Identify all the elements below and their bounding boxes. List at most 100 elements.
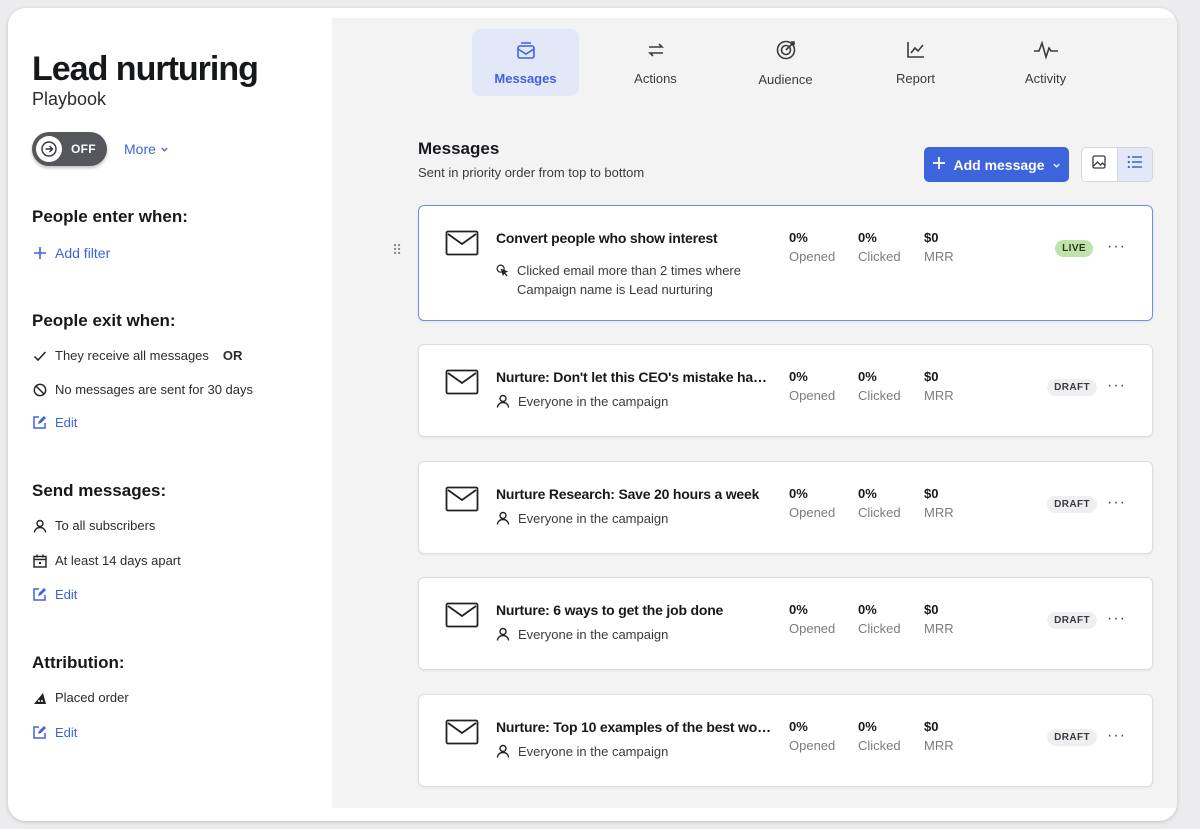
message-name: Nurture Research: Save 20 hours a week: [496, 486, 760, 502]
add-message-button[interactable]: Add message: [924, 147, 1069, 182]
message-card[interactable]: Nurture: 6 ways to get the job done Every…: [418, 577, 1153, 670]
message-card[interactable]: Nurture Research: Save 20 hours a week Ev…: [418, 461, 1153, 554]
app-window: Lead nurturing Playbook OFF More People …: [8, 8, 1177, 821]
mrr-stat: $0 MRR: [924, 230, 954, 264]
opened-stat: 0% Opened: [789, 369, 836, 403]
on-off-toggle[interactable]: OFF: [32, 132, 107, 166]
list-icon: [1127, 155, 1143, 174]
attribution-heading: Attribution:: [32, 653, 125, 672]
more-menu-button[interactable]: More: [124, 141, 169, 157]
status-badge: DRAFT: [1047, 612, 1097, 629]
mail-icon: [515, 40, 537, 63]
envelope-icon: [445, 230, 479, 261]
more-options-icon[interactable]: ···: [1107, 238, 1126, 256]
person-icon: [496, 394, 510, 413]
envelope-icon: [445, 486, 479, 517]
enter-heading: People enter when:: [32, 207, 188, 226]
message-card[interactable]: Nurture: Don't let this CEO's mistake ha…: [418, 344, 1153, 437]
attribution-rule-1: Placed order: [32, 690, 129, 705]
more-label: More: [124, 141, 156, 157]
person-icon: [496, 744, 510, 763]
chart-icon: [905, 40, 927, 63]
edit-icon: [32, 725, 47, 740]
envelope-icon: [445, 719, 479, 750]
clicked-stat: 0% Clicked: [858, 602, 901, 636]
mrr-stat: $0 MRR: [924, 719, 954, 753]
more-options-icon[interactable]: ···: [1107, 727, 1126, 745]
send-rule-1: To all subscribers: [32, 518, 155, 533]
mrr-stat: $0 MRR: [924, 486, 954, 520]
clicked-stat: 0% Clicked: [858, 369, 901, 403]
list-view-button[interactable]: [1116, 148, 1152, 181]
status-badge: DRAFT: [1047, 379, 1097, 396]
status-badge: LIVE: [1055, 240, 1093, 257]
envelope-icon: [445, 369, 479, 400]
chevron-down-icon: [160, 141, 169, 157]
person-icon: [32, 518, 47, 533]
clicked-stat: 0% Clicked: [858, 486, 901, 520]
exit-edit-button[interactable]: Edit: [32, 415, 77, 430]
exit-heading: People exit when:: [32, 311, 176, 330]
page-subtitle: Playbook: [32, 89, 107, 109]
tab-report[interactable]: Report: [862, 29, 969, 96]
messages-heading: Messages: [418, 139, 500, 158]
clicked-stat: 0% Clicked: [858, 230, 901, 264]
message-name: Nurture: Don't let this CEO's mistake ha…: [496, 369, 774, 385]
attribution-edit-button[interactable]: Edit: [32, 725, 77, 740]
tab-activity[interactable]: Activity: [992, 29, 1099, 96]
send-heading: Send messages:: [32, 481, 167, 500]
check-icon: [32, 348, 47, 363]
cursor-click-icon: [496, 263, 509, 299]
add-filter-button[interactable]: Add filter: [32, 245, 110, 261]
chevron-down-icon: [1052, 157, 1061, 173]
send-rule-2: At least 14 days apart: [32, 553, 181, 568]
more-options-icon[interactable]: ···: [1107, 377, 1126, 395]
mrr-stat: $0 MRR: [924, 369, 954, 403]
swap-icon: [645, 40, 667, 63]
toggle-label: OFF: [71, 142, 96, 156]
message-name: Convert people who show interest: [496, 230, 718, 246]
more-options-icon[interactable]: ···: [1107, 494, 1126, 512]
person-icon: [496, 627, 510, 646]
exit-rule-2: No messages are sent for 30 days: [32, 382, 253, 397]
message-audience: Clicked email more than 2 times where Cam…: [496, 261, 741, 299]
add-filter-label: Add filter: [55, 245, 111, 261]
shopping-icon: [32, 690, 47, 705]
page-title: Lead nurturing: [32, 50, 259, 88]
clicked-stat: 0% Clicked: [858, 719, 901, 753]
message-card[interactable]: Convert people who show interest Clicked …: [418, 205, 1153, 321]
target-icon: [775, 39, 797, 64]
tab-messages[interactable]: Messages: [472, 29, 579, 96]
edit-icon: [32, 415, 47, 430]
envelope-icon: [445, 602, 479, 633]
more-options-icon[interactable]: ···: [1107, 610, 1126, 628]
image-icon: [1092, 155, 1106, 174]
message-audience: Everyone in the campaign: [496, 509, 668, 530]
arrow-right-icon: [36, 136, 62, 162]
image-view-button[interactable]: [1082, 148, 1117, 181]
main-panel: Messages Actions Audience Report Activit…: [332, 18, 1177, 808]
edit-icon: [32, 587, 47, 602]
plus-icon: [932, 156, 946, 173]
calendar-icon: [32, 553, 47, 568]
view-toggle: [1081, 147, 1153, 182]
message-name: Nurture: 6 ways to get the job done: [496, 602, 724, 618]
message-name: Nurture: Top 10 examples of the best wor…: [496, 719, 774, 735]
message-audience: Everyone in the campaign: [496, 742, 668, 763]
mrr-stat: $0 MRR: [924, 602, 954, 636]
opened-stat: 0% Opened: [789, 602, 836, 636]
tab-audience[interactable]: Audience: [732, 29, 839, 96]
status-badge: DRAFT: [1047, 729, 1097, 746]
send-edit-button[interactable]: Edit: [32, 587, 77, 602]
opened-stat: 0% Opened: [789, 230, 836, 264]
plus-icon: [32, 246, 47, 261]
opened-stat: 0% Opened: [789, 719, 836, 753]
drag-handle-icon[interactable]: ⠿: [392, 242, 402, 259]
sidebar: Lead nurturing Playbook OFF More People …: [8, 8, 332, 821]
status-badge: DRAFT: [1047, 496, 1097, 513]
person-icon: [496, 511, 510, 530]
tab-actions[interactable]: Actions: [602, 29, 709, 96]
message-audience: Everyone in the campaign: [496, 392, 668, 413]
tab-bar: Messages Actions Audience Report Activit…: [472, 29, 1122, 96]
message-card[interactable]: Nurture: Top 10 examples of the best wor…: [418, 694, 1153, 787]
